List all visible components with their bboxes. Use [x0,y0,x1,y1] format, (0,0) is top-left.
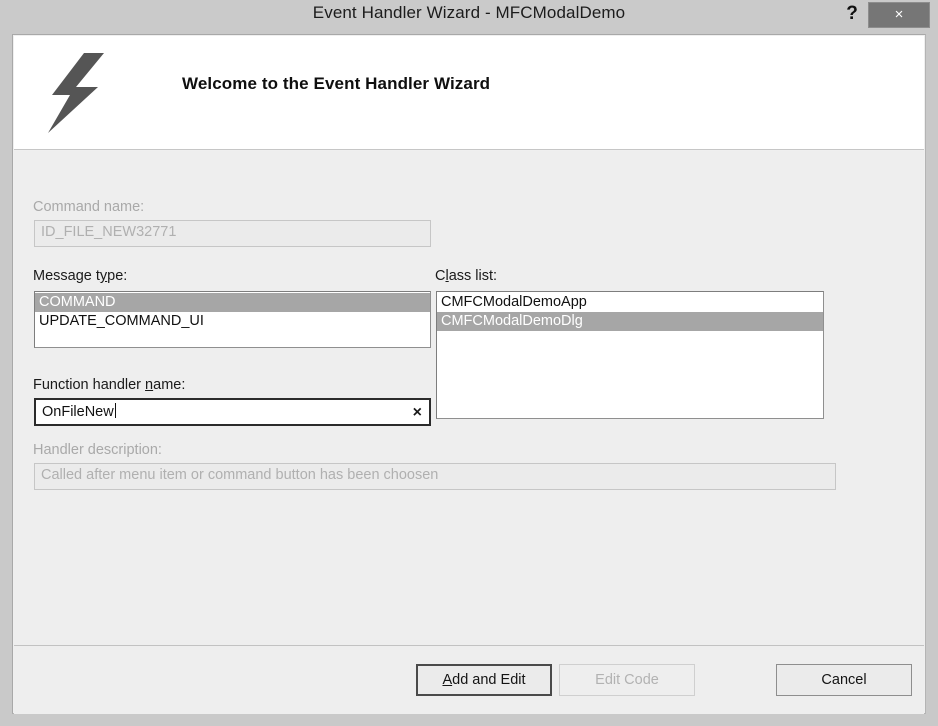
clear-icon[interactable]: × [413,404,422,422]
add-and-edit-button[interactable]: Add and Edit [416,664,552,696]
add-and-edit-label: dd and Edit [452,672,526,688]
command-name-input: ID_FILE_NEW32771 [34,220,431,247]
help-icon[interactable]: ? [839,2,865,28]
dialog-client-area: Welcome to the Event Handler Wizard Comm… [12,34,926,714]
close-icon[interactable]: × [868,2,930,28]
list-item[interactable]: CMFCModalDemoDlg [437,312,823,331]
function-handler-name-label-after: ame: [153,377,186,393]
class-list-label-after: ass list: [448,268,498,284]
list-item[interactable]: COMMAND [35,293,430,312]
handler-description-input: Called after menu item or command button… [34,463,836,490]
list-item[interactable]: CMFCModalDemoApp [437,293,823,312]
window-title: Event Handler Wizard - MFCModalDemo [312,3,626,22]
handler-description-label: Handler description: [33,442,162,458]
edit-code-label: dit Code [604,672,659,688]
text-caret [114,403,116,418]
function-handler-name-label-before: Function handler [33,377,146,393]
edit-code-button: Edit Code [559,664,695,696]
list-item[interactable]: UPDATE_COMMAND_UI [35,312,430,331]
wizard-header-title: Welcome to the Event Handler Wizard [182,74,491,93]
function-handler-name-value: OnFileNew [42,404,114,420]
dialog-body: Command name: ID_FILE_NEW32771 Message t… [14,151,924,645]
function-handler-name-label-accel: n [145,377,154,393]
dialog-footer: Add and Edit Edit Code Cancel [14,645,924,714]
cancel-button[interactable]: Cancel [776,664,912,696]
command-name-label: Command name: [33,199,145,215]
title-bar: Event Handler Wizard - MFCModalDemo ? × [0,0,938,30]
class-list-listbox[interactable]: CMFCModalDemoApp CMFCModalDemoDlg [436,291,824,419]
message-type-listbox[interactable]: COMMAND UPDATE_COMMAND_UI [34,291,431,348]
class-list-label-before: C [435,268,446,284]
edit-code-accel: E [595,672,605,688]
wizard-header: Welcome to the Event Handler Wizard [14,36,924,150]
message-type-label: Message type: [33,268,127,284]
add-and-edit-accel: A [442,672,453,688]
function-handler-name-label: Function handler name: [33,377,185,393]
function-handler-name-input[interactable]: OnFileNew × [34,398,431,426]
message-type-label-before: Message t [33,268,100,284]
class-list-label: Class list: [435,268,497,284]
message-type-label-after: pe: [107,268,128,284]
event-handler-wizard-window: Event Handler Wizard - MFCModalDemo ? × … [0,0,938,726]
lightning-bolt-icon [48,53,104,133]
